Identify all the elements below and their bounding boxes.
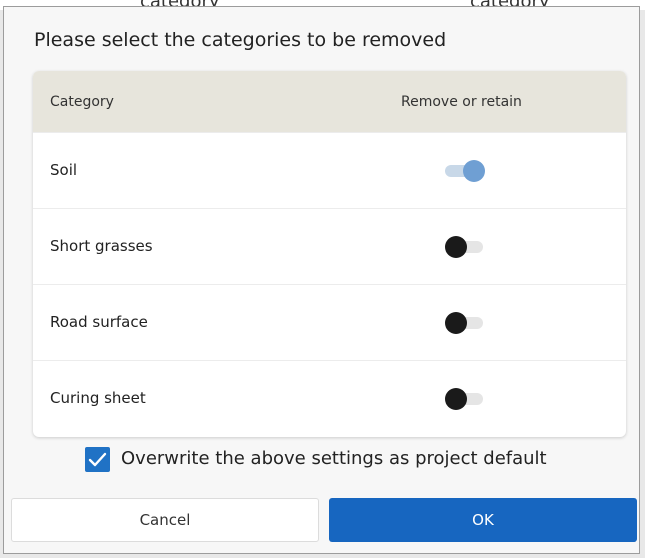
checkmark-icon — [88, 452, 107, 467]
dialog-title: Please select the categories to be remov… — [34, 29, 447, 51]
toggle-road-surface[interactable] — [445, 312, 483, 334]
category-label-curing-sheet: Curing sheet — [50, 389, 146, 407]
table-row: Road surface — [33, 284, 626, 360]
project-default-checkbox[interactable] — [85, 447, 110, 472]
cancel-button[interactable]: Cancel — [11, 498, 319, 542]
table-row: Soil — [33, 132, 626, 208]
toggle-curing-sheet[interactable] — [445, 388, 483, 410]
table-header: Category Remove or retain — [33, 71, 626, 132]
category-label-short-grasses: Short grasses — [50, 237, 153, 255]
column-header-category: Category — [50, 94, 114, 110]
toggle-short-grasses[interactable] — [445, 236, 483, 258]
column-header-remove-or-retain: Remove or retain — [401, 94, 522, 110]
ok-button[interactable]: OK — [329, 498, 637, 542]
toggle-knob — [445, 236, 467, 258]
categories-table: Category Remove or retain Soil Short gra… — [33, 71, 626, 437]
remove-categories-dialog: Please select the categories to be remov… — [3, 6, 640, 554]
table-row: Short grasses — [33, 208, 626, 284]
toggle-knob — [463, 160, 485, 182]
table-row: Curing sheet — [33, 360, 626, 436]
toggle-knob — [445, 388, 467, 410]
category-label-soil: Soil — [50, 161, 78, 179]
toggle-soil[interactable] — [445, 160, 485, 182]
project-default-label: Overwrite the above settings as project … — [121, 448, 547, 469]
category-label-road-surface: Road surface — [50, 313, 148, 331]
toggle-knob — [445, 312, 467, 334]
